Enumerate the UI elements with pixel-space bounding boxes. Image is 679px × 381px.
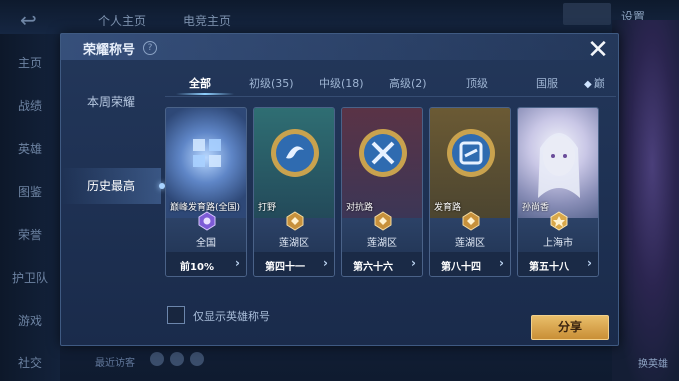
visitor-avatar[interactable] [170,352,184,366]
card-title: 孙尚香 [522,203,550,213]
tabs-divider [165,96,616,97]
title-card[interactable]: 打野 莲湖区 第四十一 › [253,107,335,277]
card-rank: 第四十一 [265,262,305,273]
tab-peak-label: 巅 [593,77,605,90]
card-region: 莲湖区 [279,238,309,249]
title-card[interactable]: 发育路 莲湖区 第八十四 › [429,107,511,277]
honor-title-modal: 荣耀称号 ? ✕ 本周荣耀 历史最高 全部 初级(35) 中级(18) 高级(2… [60,33,619,346]
card-region: 莲湖区 [367,238,397,249]
tab-all[interactable]: 全部 [189,75,211,91]
currency-box [563,3,611,25]
visitor-avatar[interactable] [150,352,164,366]
filter-tabs: 全部 初级(35) 中级(18) 高级(2) 顶级 国服 ◆ 巅 [171,72,620,94]
jungle-emblem-icon [271,129,319,177]
tab-national[interactable]: 国服 [536,75,558,91]
sidebar-item-codex[interactable]: 图鉴 [0,183,60,200]
card-rank: 第八十四 [441,262,481,273]
close-button[interactable]: ✕ [585,37,611,64]
card-region: 上海市 [543,238,573,249]
card-region: 莲湖区 [455,238,485,249]
chevron-right-icon: › [499,256,504,270]
title-card[interactable]: 对抗路 莲湖区 第六十六 › [341,107,423,277]
farm-lane-emblem-icon [447,129,495,177]
card-rank: 第五十八 [529,262,569,273]
diamond-icon: ◆ [584,79,592,90]
sidebar: 主页 战绩 英雄 图鉴 荣誉 护卫队 游戏 社交 [0,34,60,381]
hero-preview-image [612,20,679,381]
tab-personal-home[interactable]: 个人主页 [98,12,146,29]
chevron-right-icon: › [323,256,328,270]
tab-esports-home[interactable]: 电竞主页 [183,12,231,29]
chevron-right-icon: › [587,256,592,270]
tab-beginner[interactable]: 初级(35) [249,75,294,91]
change-hero-button[interactable]: 换英雄 [638,355,668,370]
title-card[interactable]: 孙尚香 上海市 第五十八 › [517,107,599,277]
gold-badge-icon [550,211,568,231]
share-button[interactable]: 分享 [531,315,609,340]
card-title: 对抗路 [346,203,374,213]
gold-badge-icon [374,211,392,231]
sidebar-item-game[interactable]: 游戏 [0,312,60,329]
cube-icon [193,139,221,167]
checkbox-label: 仅显示英雄称号 [193,310,270,323]
gold-badge-icon [286,211,304,231]
hero-titles-only-checkbox[interactable] [167,306,185,324]
recent-visitors-label: 最近访客 [95,358,135,369]
nav-item-this-week[interactable]: 本周荣耀 [61,84,161,120]
sidebar-item-heroes[interactable]: 英雄 [0,140,60,157]
purple-badge-icon [198,211,216,231]
tab-advanced[interactable]: 高级(2) [389,75,427,91]
gold-badge-icon [462,211,480,231]
card-title: 打野 [258,203,277,213]
chevron-right-icon: › [411,256,416,270]
card-rank: 前10% [180,262,214,273]
title-card[interactable]: 巅峰发育路(全国) 全国 前10% › [165,107,247,277]
tab-intermediate[interactable]: 中级(18) [319,75,364,91]
card-region: 全国 [196,238,216,249]
card-title: 发育路 [434,203,462,213]
sidebar-item-guard[interactable]: 护卫队 [0,269,60,286]
sidebar-item-honor[interactable]: 荣誉 [0,226,60,243]
active-tab-indicator [176,93,234,95]
nav-item-historical-best[interactable]: 历史最高 [61,168,165,204]
sidebar-item-social[interactable]: 社交 [0,354,60,371]
tab-peak[interactable]: ◆ 巅 [584,75,605,91]
help-icon[interactable]: ? [143,41,157,55]
back-arrow-icon[interactable]: ↩ [20,8,37,32]
visitor-avatar[interactable] [190,352,204,366]
clash-lane-emblem-icon [359,129,407,177]
card-rank: 第六十六 [353,262,393,273]
sidebar-item-record[interactable]: 战绩 [0,97,60,114]
modal-title: 荣耀称号 [83,43,136,58]
chevron-right-icon: › [235,256,240,270]
sidebar-item-home[interactable]: 主页 [0,54,60,71]
tab-top[interactable]: 顶级 [466,75,488,91]
